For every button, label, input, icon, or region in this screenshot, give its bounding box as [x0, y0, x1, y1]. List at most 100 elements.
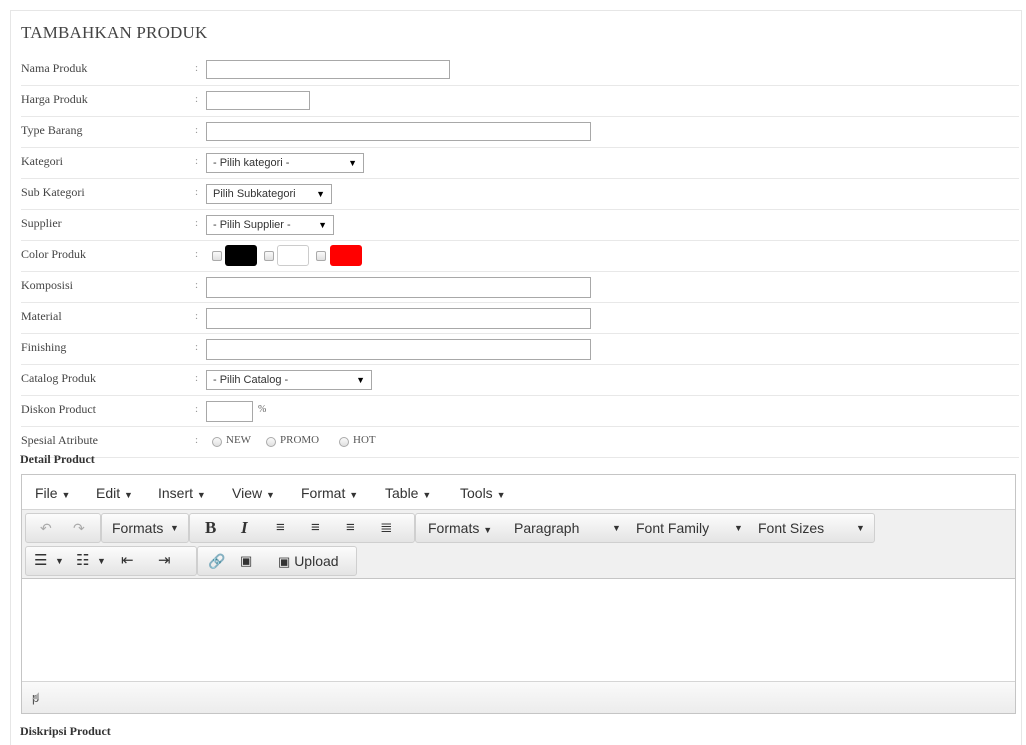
catalog-selected: - Pilih Catalog - — [213, 374, 289, 386]
undo-icon[interactable]: ↶ — [40, 518, 52, 538]
colon: : — [195, 186, 199, 198]
editor-toolbar: ↶ ↷ Formats ▼ B I ≡ ≡ ≡ ≣ Formats ▼ Para… — [22, 509, 1015, 579]
outdent-icon[interactable]: ⇤ — [121, 551, 134, 571]
radio-new[interactable] — [212, 437, 222, 447]
color-swatch-black — [225, 245, 257, 266]
type-barang-input[interactable] — [206, 122, 591, 141]
colon: : — [195, 372, 199, 384]
link-icon[interactable]: 🔗 — [208, 551, 225, 571]
colon: : — [195, 248, 199, 260]
rich-text-editor: File ▼ Edit ▼ Insert ▼ View ▼ Format ▼ T… — [21, 474, 1016, 714]
chevron-down-icon[interactable]: ▼ — [55, 551, 64, 571]
paragraph-dropdown[interactable]: Paragraph — [514, 518, 579, 538]
diskripsi-product-heading: Diskripsi Product — [20, 724, 111, 738]
catalog-select[interactable]: - Pilih Catalog - ▼ — [206, 370, 372, 390]
colon: : — [195, 155, 199, 167]
colon: : — [195, 434, 199, 446]
undo-redo-group: ↶ ↷ — [25, 513, 101, 543]
row-material: Material : — [21, 303, 1019, 334]
align-justify-icon[interactable]: ≣ — [380, 518, 393, 538]
color-swatch-red — [330, 245, 362, 266]
font-family-dropdown[interactable]: Font Family — [636, 518, 709, 538]
radio-promo-label: PROMO — [280, 434, 320, 446]
row-spesial-atribute: Spesial Atribute : NEW PROMO HOT — [21, 427, 1019, 458]
image-icon: ▣ — [278, 554, 291, 569]
resize-handle-icon[interactable]: ◢ — [32, 690, 1011, 710]
color-red-checkbox[interactable] — [316, 251, 326, 261]
colon: : — [195, 62, 199, 74]
menu-view[interactable]: View ▼ — [232, 485, 275, 501]
font-sizes-dropdown[interactable]: Font Sizes — [758, 518, 824, 538]
label-sub-kategori: Sub Kategori — [21, 185, 85, 199]
colon: : — [195, 341, 199, 353]
menu-format[interactable]: Format ▼ — [301, 485, 358, 501]
label-color-produk: Color Produk — [21, 247, 87, 261]
menu-tools[interactable]: Tools ▼ — [460, 485, 506, 501]
colon: : — [195, 124, 199, 136]
chevron-down-icon: ▼ — [734, 523, 743, 533]
dropdown-arrow-icon: ▼ — [316, 189, 325, 199]
label-harga-produk: Harga Produk — [21, 92, 88, 106]
row-color-produk: Color Produk : — [21, 241, 1019, 272]
align-left-icon[interactable]: ≡ — [276, 518, 285, 538]
editor-content-area[interactable] — [22, 579, 1015, 681]
supplier-select[interactable]: - Pilih Supplier - ▼ — [206, 215, 334, 235]
radio-promo[interactable] — [266, 437, 276, 447]
image-icon[interactable]: ▣ — [240, 551, 252, 571]
material-input[interactable] — [206, 308, 591, 329]
label-material: Material — [21, 309, 62, 323]
finishing-input[interactable] — [206, 339, 591, 360]
komposisi-input[interactable] — [206, 277, 591, 298]
italic-icon[interactable]: I — [241, 518, 248, 538]
align-center-icon[interactable]: ≡ — [311, 518, 320, 538]
menu-edit[interactable]: Edit ▼ — [96, 485, 133, 501]
menu-insert[interactable]: Insert ▼ — [158, 485, 206, 501]
upload-button[interactable]: ▣ Upload — [278, 551, 339, 571]
formats-dropdown-2[interactable]: Formats ▼ — [428, 518, 492, 538]
kategori-select[interactable]: - Pilih kategori - ▼ — [206, 153, 364, 173]
chevron-down-icon: ▼ — [856, 523, 865, 533]
editor-statusbar: p ◢ — [22, 681, 1015, 713]
row-nama-produk: Nama Produk : — [21, 55, 1019, 86]
menu-file[interactable]: File ▼ — [35, 485, 70, 501]
dropdown-arrow-icon: ▼ — [356, 375, 365, 385]
supplier-selected: - Pilih Supplier - — [213, 219, 291, 231]
colon: : — [195, 310, 199, 322]
align-right-icon[interactable]: ≡ — [346, 518, 355, 538]
page-title: TAMBAHKAN PRODUK — [21, 23, 208, 42]
formats-dropdown-1[interactable]: Formats ▼ — [101, 513, 189, 543]
radio-hot[interactable] — [339, 437, 349, 447]
harga-produk-input[interactable] — [206, 91, 310, 110]
row-sub-kategori: Sub Kategori : Pilih Subkategori ▼ — [21, 179, 1019, 210]
menu-table[interactable]: Table ▼ — [385, 485, 431, 501]
chevron-down-icon[interactable]: ▼ — [97, 551, 106, 571]
list-indent-group: ☰ ▼ ☷ ▼ ⇤ ⇥ — [25, 546, 197, 576]
color-black-checkbox[interactable] — [212, 251, 222, 261]
dropdown-arrow-icon: ▼ — [348, 158, 357, 168]
bullet-list-icon[interactable]: ☰ — [34, 551, 47, 571]
label-diskon-product: Diskon Product — [21, 402, 96, 416]
numbered-list-icon[interactable]: ☷ — [76, 551, 89, 571]
sub-kategori-select[interactable]: Pilih Subkategori ▼ — [206, 184, 332, 204]
percent-unit: % — [258, 404, 267, 415]
format-buttons-group: B I ≡ ≡ ≡ ≣ — [189, 513, 415, 543]
colon: : — [195, 93, 199, 105]
row-kategori: Kategori : - Pilih kategori - ▼ — [21, 148, 1019, 179]
radio-new-label: NEW — [226, 434, 252, 446]
color-swatch-white — [277, 245, 309, 266]
chevron-down-icon: ▼ — [170, 523, 179, 533]
formats-label: Formats — [112, 520, 164, 536]
row-catalog-produk: Catalog Produk : - Pilih Catalog - ▼ — [21, 365, 1019, 396]
sub-kategori-selected: Pilih Subkategori — [213, 188, 296, 200]
row-harga-produk: Harga Produk : — [21, 86, 1019, 117]
nama-produk-input[interactable] — [206, 60, 450, 79]
row-supplier: Supplier : - Pilih Supplier - ▼ — [21, 210, 1019, 241]
detail-product-heading: Detail Product — [20, 452, 95, 466]
indent-icon[interactable]: ⇥ — [158, 551, 171, 571]
color-white-checkbox[interactable] — [264, 251, 274, 261]
label-supplier: Supplier — [21, 216, 62, 230]
diskon-input[interactable] — [206, 401, 253, 422]
radio-hot-label: HOT — [353, 434, 376, 446]
bold-icon[interactable]: B — [205, 518, 216, 538]
redo-icon[interactable]: ↷ — [73, 518, 85, 538]
